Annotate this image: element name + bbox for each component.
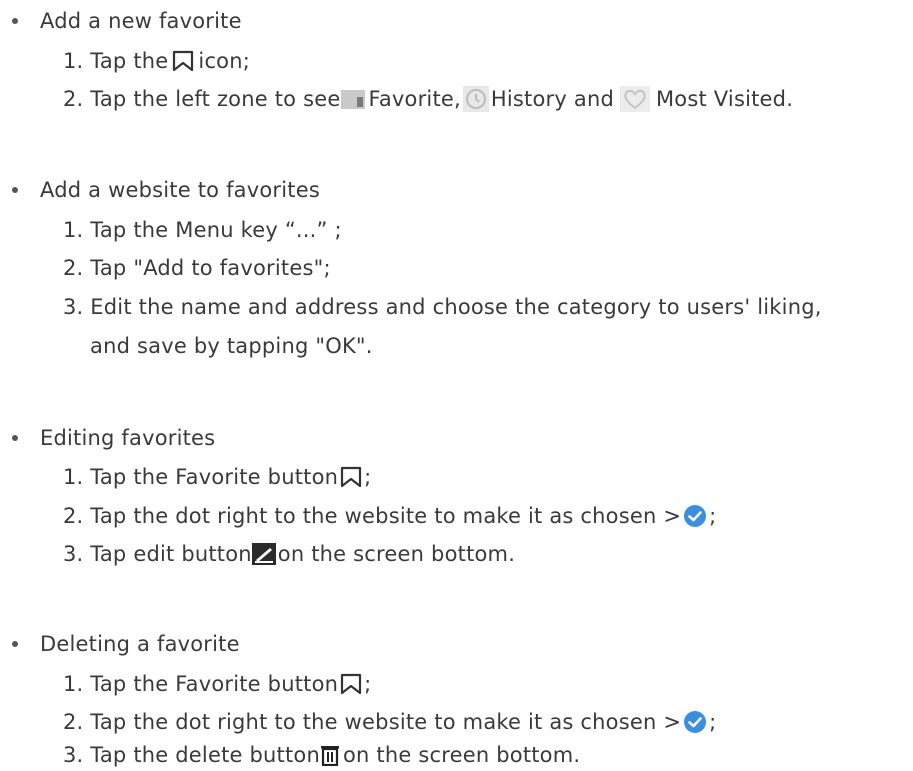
step-text: 1. Tap the — [63, 49, 169, 73]
step-line: 1. Tap the icon; — [63, 46, 250, 76]
step-text: 3. Tap edit button — [63, 542, 252, 566]
step-text: 1. Tap the Menu key “...” ; — [63, 218, 342, 242]
bookmark-icon — [171, 50, 195, 72]
section-title-add-new-favorite: Add a new favorite — [40, 6, 242, 36]
section-title-deleting-favorite: Deleting a favorite — [40, 629, 240, 659]
step-text: and save by tapping "OK". — [90, 334, 373, 358]
step-text: ; — [709, 710, 717, 734]
step-line: 1. Tap the Menu key “...” ; — [63, 215, 342, 245]
step-text: 1. Tap the Favorite button — [63, 672, 339, 696]
bullet — [12, 641, 18, 647]
step-line: 2. Tap the left zone to see Favorite, Hi… — [63, 84, 793, 114]
step-text: on the screen bottom. — [342, 743, 581, 767]
edit-icon — [251, 543, 276, 565]
step-text: 1. Tap the Favorite button — [63, 465, 339, 489]
bullet — [12, 435, 18, 441]
folder-icon — [340, 88, 366, 110]
step-text: ; — [364, 465, 372, 489]
step-text: 2. Tap the dot right to the website to m… — [63, 504, 682, 528]
step-text: Favorite, — [368, 87, 461, 111]
section-title-editing-favorites: Editing favorites — [40, 423, 215, 453]
section-title-text: Add a website to favorites — [40, 178, 320, 202]
bullet — [12, 18, 18, 24]
step-text: 3. Tap the delete button — [63, 743, 320, 767]
step-text: History and — [490, 87, 614, 111]
step-text: 2. Tap the dot right to the website to m… — [63, 710, 682, 734]
bullet — [12, 187, 18, 193]
step-line: and save by tapping "OK". — [90, 331, 373, 361]
clock-icon — [462, 86, 489, 112]
step-line: 2. Tap the dot right to the website to m… — [63, 501, 716, 531]
bookmark-icon — [339, 673, 363, 695]
check-circle-icon — [683, 710, 707, 734]
step-line: 3. Tap the delete button on the screen b… — [63, 740, 580, 770]
heart-icon — [619, 86, 650, 112]
step-text: 2. Tap the left zone to see — [63, 87, 341, 111]
section-title-text: Editing favorites — [40, 426, 216, 450]
check-circle-icon — [683, 504, 707, 528]
step-text: 2. Tap "Add to favorites"; — [63, 256, 331, 280]
step-text: on the screen bottom. — [277, 542, 516, 566]
step-line: 1. Tap the Favorite button ; — [63, 462, 371, 492]
step-text: icon; — [198, 49, 251, 73]
section-title-text: Add a new favorite — [40, 9, 242, 33]
step-text: 3. Edit the name and address and choose … — [63, 295, 822, 319]
step-line: 1. Tap the Favorite button ; — [63, 669, 371, 699]
step-text: ; — [709, 504, 717, 528]
section-title-text: Deleting a favorite — [40, 632, 240, 656]
step-line: 2. Tap the dot right to the website to m… — [63, 707, 716, 737]
step-text: Most Visited. — [655, 87, 794, 111]
step-line: 3. Edit the name and address and choose … — [63, 292, 822, 322]
bookmark-icon — [339, 466, 363, 488]
step-line: 3. Tap edit button on the screen bottom. — [63, 539, 515, 569]
section-title-add-website: Add a website to favorites — [40, 175, 320, 205]
step-text: ; — [364, 672, 372, 696]
step-line: 2. Tap "Add to favorites"; — [63, 253, 331, 283]
trash-icon — [320, 744, 340, 766]
